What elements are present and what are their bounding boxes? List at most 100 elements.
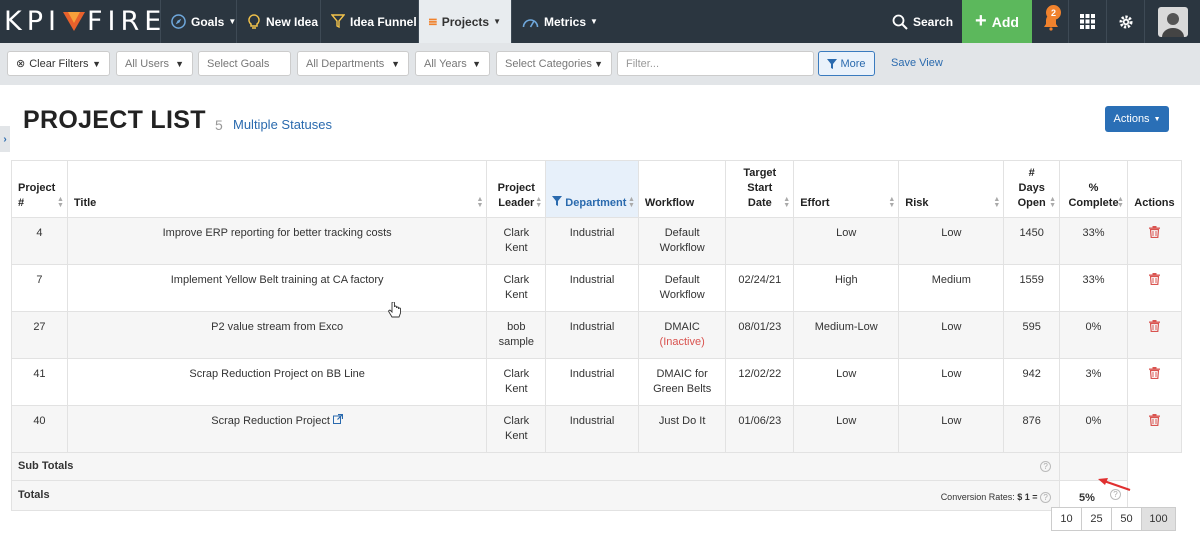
actions-button[interactable]: Actions ▼ [1105, 106, 1169, 132]
page-size-100[interactable]: 100 [1141, 507, 1176, 531]
status-filter-link[interactable]: Multiple Statuses [233, 117, 332, 132]
header-title[interactable]: Title ▲ ▼ [66, 160, 488, 218]
header-effort[interactable]: Effort ▲ ▼ [793, 160, 900, 218]
avatar-icon [1157, 6, 1188, 37]
totals-label-cell: Totals Conversion Rates: $ 1 = ? [10, 480, 1061, 511]
cell-days-open: 876 [1003, 405, 1061, 453]
goals-select[interactable]: Select Goals [198, 51, 291, 76]
header-department[interactable]: Department ▲ ▼ [545, 160, 639, 218]
header-project-number[interactable]: Project # ▲ ▼ [11, 160, 68, 218]
table-row[interactable]: 40 Scrap Reduction Project Clark Kent Ind… [11, 405, 1183, 453]
cell-workflow: Just Do It [637, 405, 727, 453]
plus-icon: + [975, 10, 987, 32]
page-size-10[interactable]: 10 [1051, 507, 1082, 531]
years-select[interactable]: All Years ▼ [415, 51, 490, 76]
cell-days-open: 1450 [1003, 217, 1061, 265]
nav-projects-label: Projects [441, 14, 490, 29]
trash-icon[interactable] [1148, 273, 1160, 286]
cell-effort: Low [793, 405, 900, 453]
flame-logo-icon [62, 12, 85, 31]
goals-select-value: Select Goals [207, 57, 270, 70]
cell-workflow: Default Workflow [637, 264, 727, 312]
header-project-leader[interactable]: Project Leader ▲ ▼ [486, 160, 547, 218]
header-target-start-date[interactable]: Target Start Date ▲ ▼ [725, 160, 795, 218]
more-filters-button[interactable]: More [818, 51, 875, 76]
cell-workflow: DMAIC for Green Belts [637, 358, 727, 406]
header-days-open[interactable]: # Days Open ▲ ▼ [1003, 160, 1061, 218]
page-size-50[interactable]: 50 [1111, 507, 1142, 531]
cell-project-number: 40 [11, 405, 68, 453]
cell-leader: Clark Kent [486, 405, 547, 453]
cell-title[interactable]: Implement Yellow Belt training at CA fac… [66, 264, 488, 312]
cell-target-date: 08/01/23 [725, 311, 795, 359]
cell-days-open: 595 [1003, 311, 1061, 359]
gauge-icon [522, 18, 539, 27]
kpifire-logo[interactable]: KPI FIRE [4, 4, 166, 38]
trash-icon[interactable] [1148, 320, 1160, 333]
chevron-down-icon: ▼ [493, 17, 501, 26]
user-avatar[interactable] [1144, 0, 1200, 43]
chevron-down-icon: ▼ [472, 58, 481, 69]
trash-icon[interactable] [1148, 226, 1160, 239]
project-table: Project # ▲ ▼ Title ▲ ▼ Project Leader ▲ ▼ Depar… [10, 160, 1183, 511]
header-percent-complete[interactable]: % Complete ▲ ▼ [1059, 160, 1128, 218]
clear-filters-button[interactable]: ⊗ Clear Filters ▼ [7, 51, 110, 76]
users-select[interactable]: All Users ▼ [116, 51, 193, 76]
cell-title[interactable]: Improve ERP reporting for better trackin… [66, 217, 488, 265]
nav-goals-label: Goals [191, 14, 225, 29]
header-actions: Actions [1126, 160, 1183, 218]
cell-leader: Clark Kent [486, 264, 547, 312]
add-button[interactable]: + Add [962, 0, 1032, 43]
cell-percent-complete: 0% [1059, 311, 1128, 359]
cell-actions [1126, 358, 1183, 406]
cell-department: Industrial [545, 358, 639, 406]
chevron-down-icon: ▼ [391, 58, 400, 69]
cell-leader: Clark Kent [486, 217, 547, 265]
nav-idea-funnel[interactable]: Idea Funnel [320, 0, 427, 43]
cell-days-open: 942 [1003, 358, 1061, 406]
cell-target-date [725, 217, 795, 265]
cell-project-number: 7 [11, 264, 68, 312]
cell-actions [1126, 264, 1183, 312]
table-row[interactable]: 4 Improve ERP reporting for better track… [11, 217, 1183, 265]
cell-title[interactable]: Scrap Reduction Project [66, 405, 488, 453]
nav-search[interactable]: Search [892, 0, 953, 43]
table-row[interactable]: 27 P2 value stream from Exco bob sample I… [11, 311, 1183, 359]
external-link-icon[interactable] [332, 413, 344, 424]
cell-department: Industrial [545, 311, 639, 359]
nav-new-idea[interactable]: New Idea [236, 0, 328, 43]
table-row[interactable]: 41 Scrap Reduction Project on BB Line Cl… [11, 358, 1183, 406]
cell-actions [1126, 217, 1183, 265]
projects-stack-icon [429, 18, 437, 25]
notifications-button[interactable]: 2 [1032, 0, 1070, 43]
sidebar-expand-toggle[interactable]: › [0, 126, 10, 152]
help-icon[interactable]: ? [1040, 461, 1052, 472]
apps-grid-button[interactable] [1068, 0, 1106, 43]
nav-goals[interactable]: Goals ▼ [160, 0, 246, 43]
sort-icon: ▲ ▼ [993, 196, 1001, 209]
help-icon[interactable]: ? [1040, 492, 1052, 503]
save-view-link[interactable]: Save View [891, 57, 943, 69]
filter-input[interactable]: Filter... [617, 51, 814, 76]
grid-icon [1080, 14, 1095, 29]
cell-title[interactable]: P2 value stream from Exco [66, 311, 488, 359]
trash-icon[interactable] [1148, 414, 1160, 427]
trash-icon[interactable] [1148, 367, 1160, 380]
nav-metrics[interactable]: Metrics ▼ [511, 0, 608, 43]
logo-text-left: KPI [4, 5, 61, 37]
page-size-25[interactable]: 25 [1081, 507, 1112, 531]
project-count: 5 [215, 117, 223, 133]
chevron-down-icon: ▼ [175, 58, 184, 69]
categories-select[interactable]: Select Categories ▼ [496, 51, 612, 76]
header-risk[interactable]: Risk ▲ ▼ [898, 160, 1005, 218]
nav-projects[interactable]: Projects ▼ [418, 0, 511, 43]
actions-button-label: Actions [1113, 113, 1150, 125]
settings-button[interactable] [1106, 0, 1144, 43]
header-workflow[interactable]: Workflow [637, 160, 727, 218]
table-row[interactable]: 7 Implement Yellow Belt training at CA f… [11, 264, 1183, 312]
chevron-right-icon: › [3, 133, 7, 145]
chevron-down-icon: ▼ [590, 17, 598, 26]
cell-risk: Low [898, 405, 1005, 453]
departments-select[interactable]: All Departments ▼ [297, 51, 409, 76]
cell-title[interactable]: Scrap Reduction Project on BB Line [66, 358, 488, 406]
